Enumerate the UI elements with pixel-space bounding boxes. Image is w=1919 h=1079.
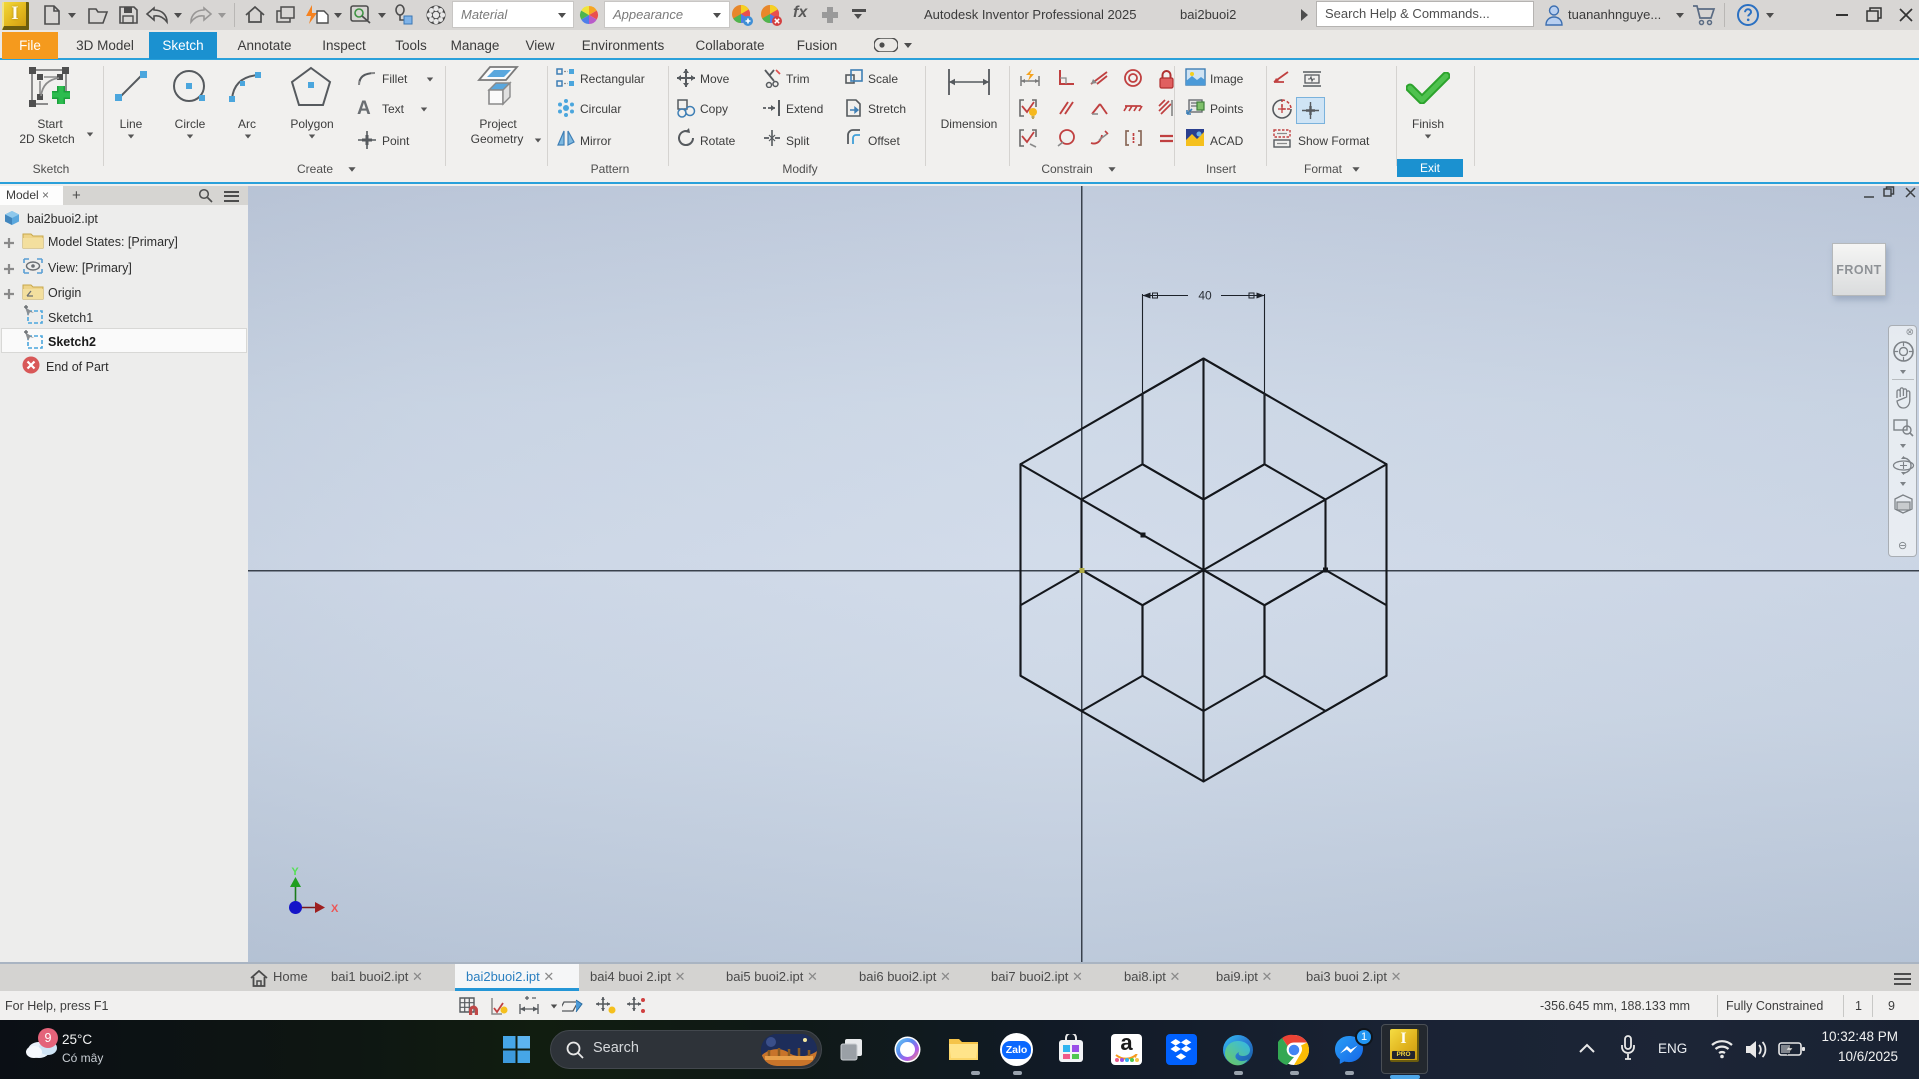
- svg-text:X: X: [331, 903, 339, 915]
- svg-text:Y: Y: [291, 866, 299, 878]
- svg-text:40: 40: [1198, 289, 1212, 303]
